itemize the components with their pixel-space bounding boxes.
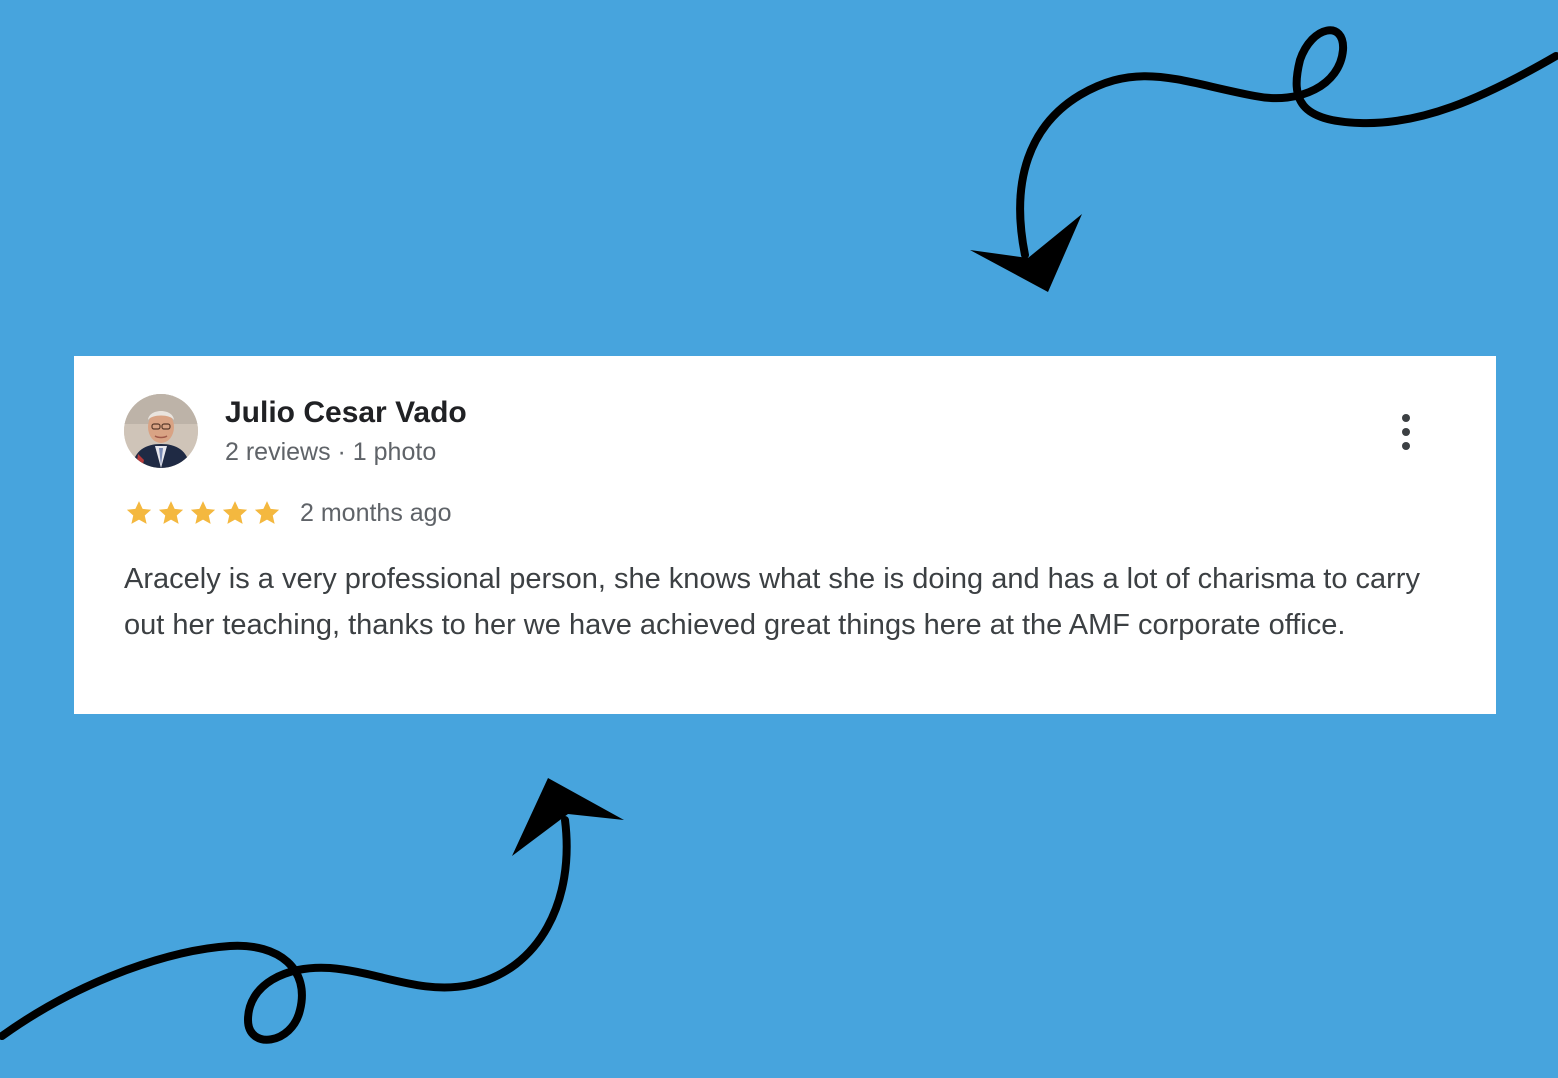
reviewer-photo-icon	[124, 394, 198, 468]
star-icon	[220, 498, 250, 528]
more-options-button[interactable]	[1386, 406, 1426, 458]
star-icon	[252, 498, 282, 528]
review-text: Aracely is a very professional person, s…	[124, 563, 1420, 641]
avatar[interactable]	[124, 394, 198, 468]
reviewer-meta: 2 reviews · 1 photo	[225, 438, 437, 466]
star-icon	[188, 498, 218, 528]
review-date: 2 months ago	[300, 498, 452, 527]
review-card: Julio Cesar Vado 2 reviews · 1 photo 2 m…	[74, 356, 1496, 714]
star-rating	[124, 498, 282, 528]
more-vert-icon	[1402, 428, 1410, 436]
star-icon	[124, 498, 154, 528]
rating-row: 2 months ago	[124, 496, 452, 530]
more-vert-icon	[1402, 414, 1410, 422]
star-icon	[156, 498, 186, 528]
reviewer-name[interactable]: Julio Cesar Vado	[225, 394, 467, 432]
more-vert-icon	[1402, 442, 1410, 450]
